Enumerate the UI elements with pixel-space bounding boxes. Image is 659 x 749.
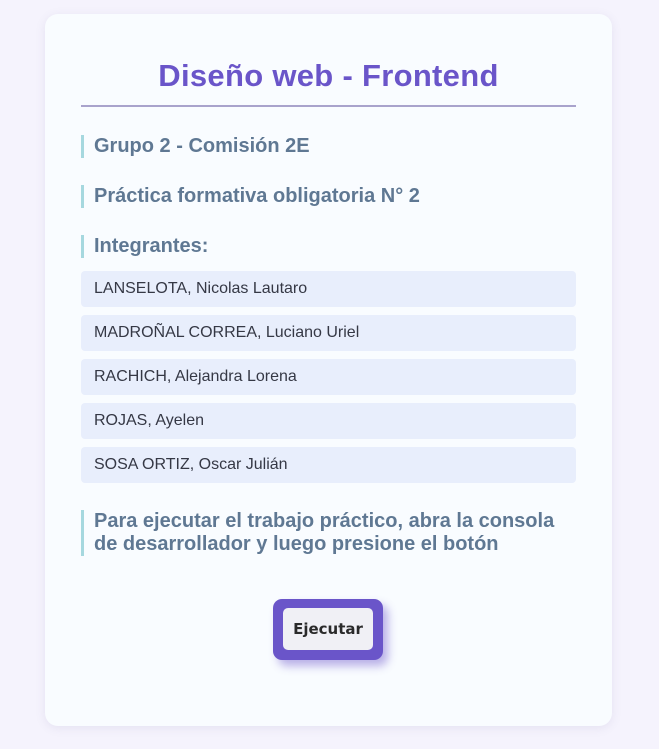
member-item: RACHICH, Alejandra Lorena bbox=[81, 359, 576, 395]
run-button-frame: Ejecutar bbox=[273, 599, 383, 660]
practice-heading: Práctica formativa obligatoria N° 2 bbox=[81, 185, 420, 208]
member-item: LANSELOTA, Nicolas Lautaro bbox=[81, 271, 576, 307]
member-item: MADROÑAL CORREA, Luciano Uriel bbox=[81, 315, 576, 351]
members-list: LANSELOTA, Nicolas Lautaro MADROÑAL CORR… bbox=[81, 271, 576, 491]
instructions-text: Para ejecutar el trabajo práctico, abra … bbox=[81, 510, 574, 556]
members-heading: Integrantes: bbox=[81, 235, 208, 258]
page-title: Diseño web - Frontend bbox=[158, 58, 499, 93]
run-button[interactable]: Ejecutar bbox=[283, 608, 373, 650]
group-heading: Grupo 2 - Comisión 2E bbox=[81, 135, 310, 158]
member-item: SOSA ORTIZ, Oscar Julián bbox=[81, 447, 576, 483]
member-item: ROJAS, Ayelen bbox=[81, 403, 576, 439]
main-card: Diseño web - Frontend Grupo 2 - Comisión… bbox=[45, 14, 612, 726]
title-divider bbox=[81, 105, 576, 107]
